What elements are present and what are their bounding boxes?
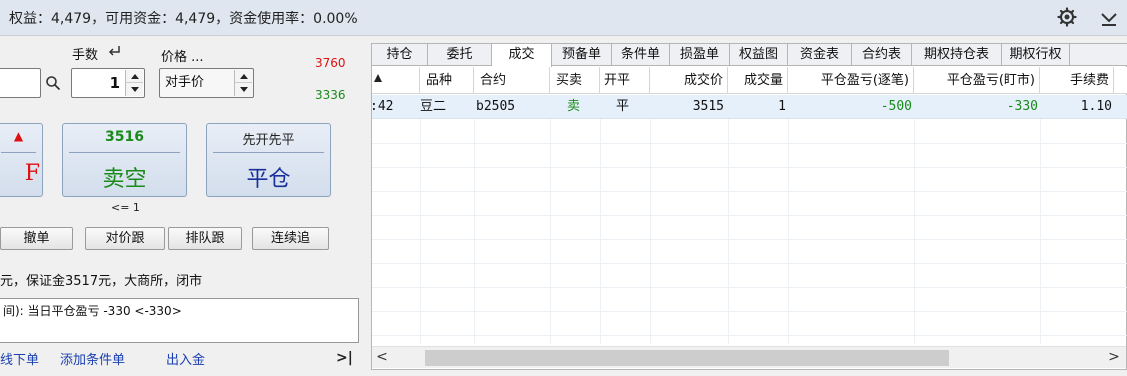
quantity-value[interactable]: 1 [110,74,120,92]
table-header: 品种 合约 买卖 开平 成交价 成交量 平仓盈亏(逐笔) 平仓盈亏(盯市) 手续… [372,67,1127,94]
cell-side: 卖 [567,99,581,114]
column-header-price[interactable]: 成交价 [650,67,728,94]
tab-orders[interactable]: 委托 [428,44,492,66]
cell-pnl-mtm: -330 [1006,99,1038,114]
tab-stop-orders[interactable]: 损盈单 [670,44,730,66]
price-type-value: 对手价 [165,75,205,90]
contract-info-line: 元，保证金3517元，大商所，闭市 [0,274,203,289]
price-decrease-button[interactable] [234,83,252,96]
add-conditional-order-link[interactable]: 添加条件单 [60,349,125,368]
quantity-increase-button[interactable] [125,70,143,83]
tab-option-positions[interactable]: 期权持仓表 [912,44,1002,66]
tab-trades[interactable]: 成交 [492,44,552,67]
buy-button-label: F [24,161,40,186]
close-button-label: 平仓 [246,167,291,192]
tab-contracts[interactable]: 合约表 [852,44,912,66]
expand-panel-button[interactable]: >| [336,350,353,366]
column-header-pnl-mtm[interactable]: 平仓盈亏(盯市) [914,67,1040,94]
trades-panel: 持仓 委托 成交 预备单 条件单 损盈单 权益图 资金表 合约表 期权持仓表 期… [370,43,1127,370]
horizontal-scrollbar[interactable]: < > [372,346,1126,368]
cell-time: :42 [370,99,394,114]
account-summary-bar: 权益：4,479，可用资金：4,479，资金使用率：0.00% [0,0,1127,36]
column-header-time[interactable] [372,67,420,94]
contract-code-input[interactable] [0,68,41,98]
price-type-select[interactable]: 对手价 [159,68,254,98]
sell-short-button[interactable]: 3516 卖空 [62,123,187,197]
scrollbar-thumb[interactable] [425,350,949,366]
quantity-label: 手数 [72,48,99,63]
column-header-open-close[interactable]: 开平 [600,67,650,94]
table-row[interactable]: :42 豆二 b2505 卖 平 3515 1 -500 -330 1.10 [370,95,1127,119]
quantity-stepper[interactable]: 1 [71,68,145,98]
search-icon[interactable] [45,75,61,91]
column-header-fee[interactable]: 手续费 [1040,67,1114,94]
queue-follow-button[interactable]: 排队跟 [168,227,242,250]
tab-conditional-orders[interactable]: 条件单 [612,44,670,66]
limit-up-price: 3760 [315,56,346,70]
chevron-down-icon[interactable] [1099,8,1119,28]
price-label[interactable]: 价格 ... [161,46,204,65]
tab-funds[interactable]: 资金表 [788,44,852,66]
offline-order-link[interactable]: 线下单 [0,349,39,368]
quantity-decrease-button[interactable] [125,83,143,96]
message-text: 间): 当日平仓盈亏 -330 <-330> [3,304,182,318]
gear-icon[interactable] [1057,7,1077,27]
max-quantity-note: <= 1 [111,201,140,214]
cell-open-close: 平 [616,99,630,114]
buy-long-button[interactable]: ▲ F [0,123,43,197]
cancel-order-button[interactable]: 撤单 [0,227,73,250]
message-box: 间): 当日平仓盈亏 -330 <-330> [0,298,359,343]
sort-ascending-icon [374,74,382,82]
sell-button-label: 卖空 [102,167,147,192]
tab-bar: 持仓 委托 成交 预备单 条件单 损盈单 权益图 资金表 合约表 期权持仓表 期… [372,44,1127,67]
scroll-right-icon[interactable]: > [1106,349,1122,365]
cell-price: 3515 [692,99,724,114]
buy-button-arrow: ▲ [13,129,24,143]
counter-price-follow-button[interactable]: 对价跟 [85,227,165,250]
close-button-mode: 先开先平 [242,133,295,148]
account-summary-text: 权益：4,479，可用资金：4,479，资金使用率：0.00% [9,11,358,27]
column-header-pnl-trade[interactable]: 平仓盈亏(逐笔) [788,67,914,94]
enter-icon[interactable] [107,45,121,57]
continuous-chase-button[interactable]: 连续追 [252,227,329,250]
column-header-volume[interactable]: 成交量 [728,67,788,94]
cell-pnl-trade: -500 [880,99,912,114]
column-header-product[interactable]: 品种 [420,67,474,94]
order-entry-panel: 手数 价格 ... 3760 3336 1 对手价 ▲ F 3516 卖空 先开… [0,37,362,376]
column-header-contract[interactable]: 合约 [474,67,550,94]
cell-volume: 1 [778,99,786,114]
sell-button-price: 3516 [105,129,144,145]
cell-fee: 1.10 [1080,99,1112,114]
cell-product: 豆二 [420,99,447,114]
price-increase-button[interactable] [234,70,252,83]
tab-option-exercise[interactable]: 期权行权 [1002,44,1070,66]
limit-down-price: 3336 [315,88,346,102]
column-header-side[interactable]: 买卖 [550,67,600,94]
cell-contract: b2505 [476,99,516,114]
tab-equity-chart[interactable]: 权益图 [730,44,788,66]
scroll-left-icon[interactable]: < [374,349,390,365]
close-position-button[interactable]: 先开先平 平仓 [206,123,331,197]
deposit-withdraw-link[interactable]: 出入金 [166,349,205,368]
tab-positions[interactable]: 持仓 [372,44,428,66]
tab-prepared-orders[interactable]: 预备单 [552,44,612,66]
